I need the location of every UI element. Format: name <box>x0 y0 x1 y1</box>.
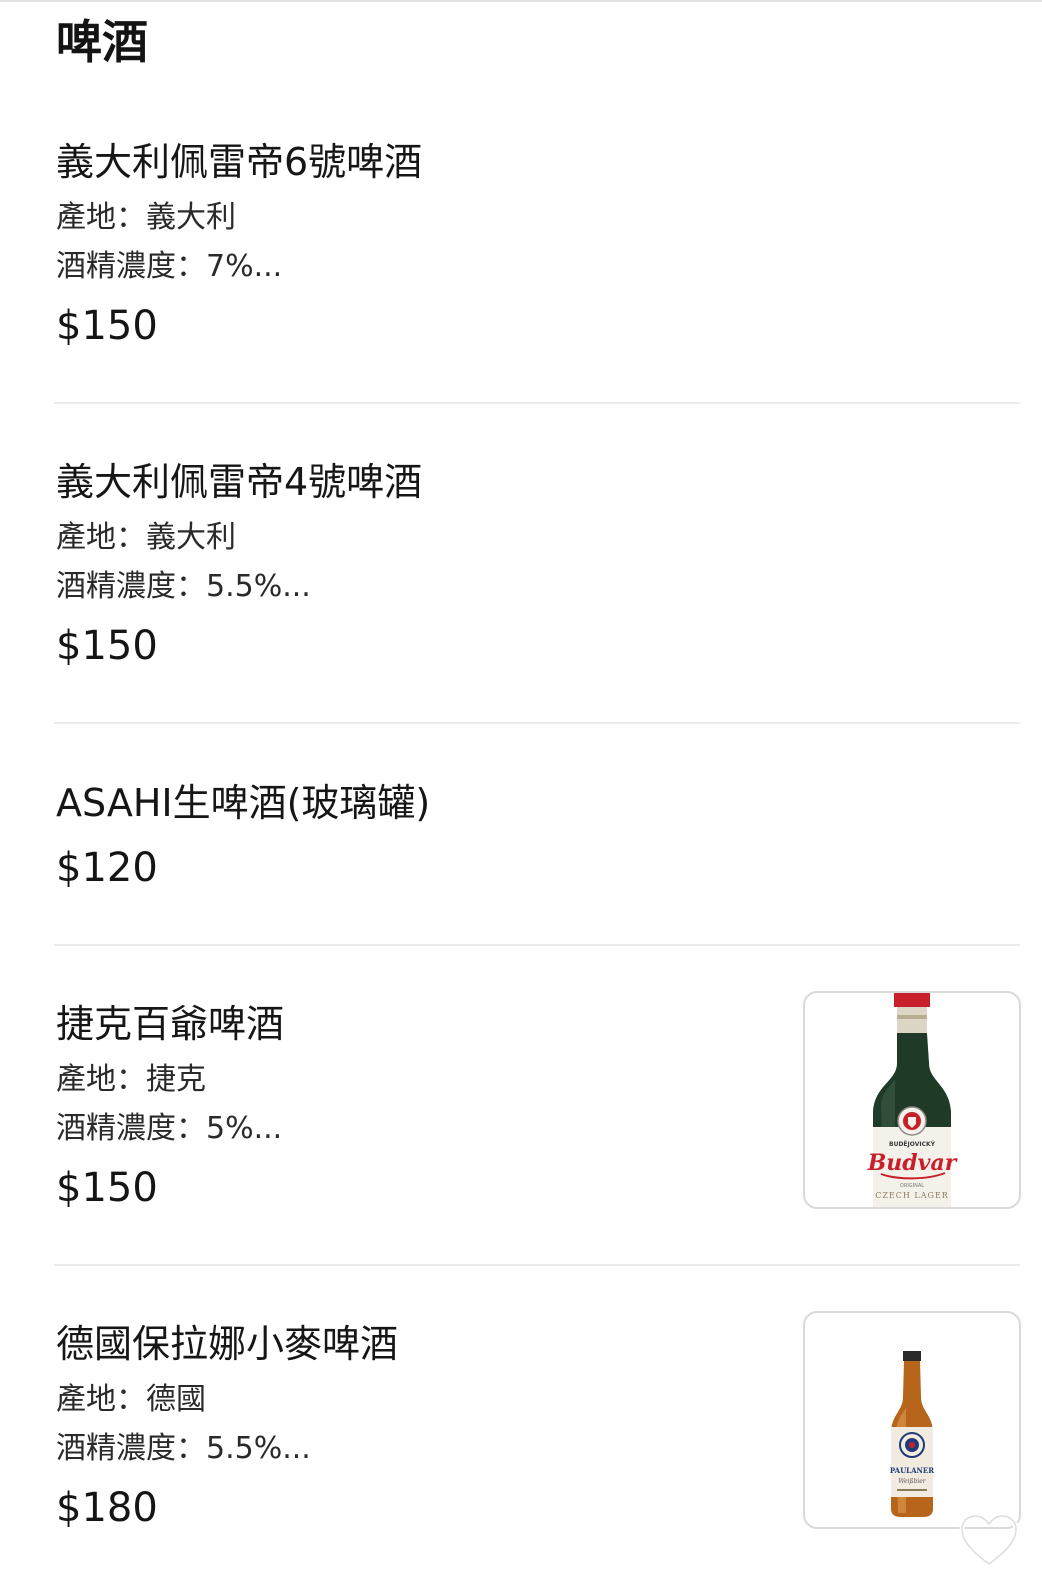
item-price: $150 <box>56 303 158 349</box>
divider <box>54 722 1020 724</box>
item-abv: 酒精濃度：5%... <box>56 1111 283 1146</box>
top-rule <box>0 0 1042 2</box>
brand-text: Budvar <box>867 1150 958 1176</box>
item-price: $150 <box>56 623 158 669</box>
item-abv: 酒精濃度：5.5%... <box>56 569 311 604</box>
item-abv: 酒精濃度：5.5%... <box>56 1431 311 1466</box>
label-sub-text: ORIGINAL <box>900 1183 924 1189</box>
item-origin: 產地：德國 <box>56 1382 206 1417</box>
divider <box>54 1264 1020 1266</box>
heart-icon[interactable] <box>958 1512 1020 1568</box>
item-abv: 酒精濃度：7%... <box>56 249 283 284</box>
label-bottom-text: CZECH LAGER <box>875 1191 949 1200</box>
item-price: $150 <box>56 1165 158 1211</box>
green-beer-bottle-icon: BUDĚJOVICKÝ Budvar ORIGINAL CZECH LAGER <box>867 993 958 1207</box>
item-thumbnail[interactable]: PAULANER Weißbier <box>803 1311 1021 1529</box>
item-name: 德國保拉娜小麥啤酒 <box>56 1322 399 1366</box>
divider <box>54 402 1020 404</box>
item-origin: 產地：義大利 <box>56 200 236 235</box>
item-price: $120 <box>56 845 158 891</box>
item-origin: 產地：捷克 <box>56 1062 206 1097</box>
section-title: 啤酒 <box>56 15 148 69</box>
item-origin: 產地：義大利 <box>56 520 236 555</box>
label-sub-text: Weißbier <box>898 1478 926 1485</box>
label-top-text: BUDĚJOVICKÝ <box>889 1140 936 1148</box>
item-name: ASAHI生啤酒(玻璃罐) <box>56 781 431 825</box>
item-price: $180 <box>56 1485 158 1531</box>
brand-text: PAULANER <box>890 1466 934 1475</box>
amber-beer-bottle-icon: PAULANER Weißbier <box>890 1351 934 1517</box>
item-name: 義大利佩雷帝4號啤酒 <box>56 460 423 504</box>
divider <box>54 944 1020 946</box>
item-thumbnail[interactable]: BUDĚJOVICKÝ Budvar ORIGINAL CZECH LAGER <box>803 991 1021 1209</box>
item-name: 捷克百爺啤酒 <box>56 1002 285 1046</box>
item-name: 義大利佩雷帝6號啤酒 <box>56 140 423 184</box>
